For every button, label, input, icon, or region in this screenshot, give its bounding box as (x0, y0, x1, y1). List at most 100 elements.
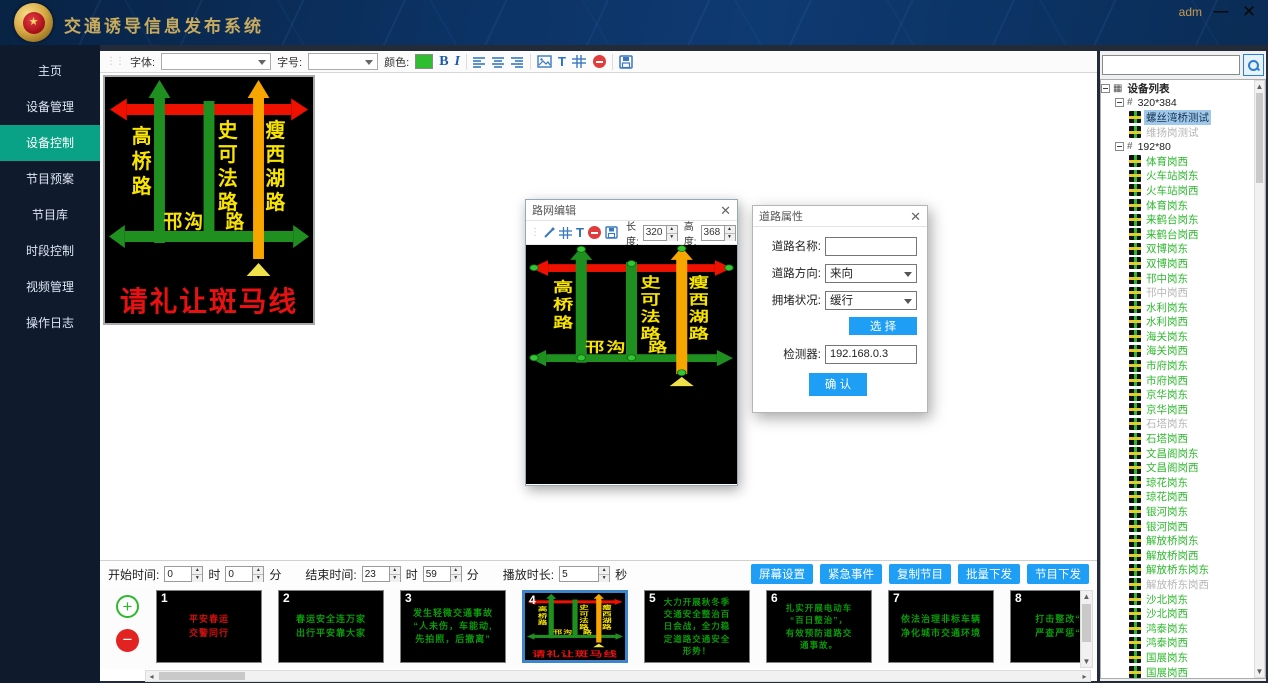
tree-device-item[interactable]: 体育岗东 (1101, 198, 1254, 213)
save-icon[interactable] (619, 53, 633, 71)
batch-send-button[interactable]: 批量下发 (958, 564, 1020, 584)
tree-root[interactable]: ▦设备列表 (1101, 81, 1254, 96)
tree-device-item[interactable]: 火车站岗西 (1101, 183, 1254, 198)
tree-device-item[interactable]: 水利岗西 (1101, 315, 1254, 330)
insert-road-icon[interactable] (572, 53, 587, 71)
italic-button[interactable]: I (455, 53, 460, 71)
save-icon[interactable] (605, 224, 618, 242)
font-select[interactable] (161, 53, 271, 70)
detector-input[interactable]: 192.168.0.3 (825, 345, 917, 364)
sidebar-item-schedule-control[interactable]: 时段控制 (0, 233, 100, 269)
tree-device-item[interactable]: 海关岗东 (1101, 329, 1254, 344)
expander-icon[interactable] (1115, 142, 1124, 151)
spin-down-icon[interactable]: ▼ (667, 234, 677, 241)
playlist-item-2[interactable]: 2春运安全连万家出行平安靠大家 (278, 590, 384, 663)
color-swatch[interactable] (415, 54, 433, 69)
tree-device-item[interactable]: 文昌阁岗东 (1101, 446, 1254, 461)
sidebar-item-video-management[interactable]: 视频管理 (0, 269, 100, 305)
add-frame-button[interactable]: + (116, 595, 139, 618)
sidebar-item-device-control[interactable]: 设备控制 (0, 125, 100, 161)
tree-device-item[interactable]: 市府岗西 (1101, 373, 1254, 388)
sidebar-item-program-library[interactable]: 节目库 (0, 197, 100, 233)
program-send-button[interactable]: 节目下发 (1027, 564, 1089, 584)
bold-button[interactable]: B (439, 53, 448, 71)
playlist-item-3[interactable]: 3发生轻微交通事故“人未伤，车能动,先拍照，后撤离” (400, 590, 506, 663)
tree-device-item[interactable]: 沙北岗东 (1101, 592, 1254, 607)
tree-device-item[interactable]: 双博岗东 (1101, 242, 1254, 257)
playlist-item-4[interactable]: 4高桥路史可法路瘦西湖路邗沟路请礼让斑马线 (522, 590, 628, 663)
tree-device-item[interactable]: 文昌阁岗西 (1101, 460, 1254, 475)
duration-spinner[interactable]: 5▲▼ (559, 566, 610, 582)
end-hour-spinner[interactable]: 23▲▼ (362, 566, 401, 582)
minimize-button[interactable]: — (1210, 2, 1232, 22)
tree-device-item[interactable]: 京华岗西 (1101, 402, 1254, 417)
end-minute-spinner[interactable]: 59▲▼ (423, 566, 462, 582)
spin-up-icon[interactable]: ▲ (725, 226, 735, 234)
expander-icon[interactable] (1101, 84, 1110, 93)
tree-device-item[interactable]: 邗中岗东 (1101, 271, 1254, 286)
delete-icon[interactable] (593, 53, 606, 71)
tree-device-item[interactable]: 解放桥岗西 (1101, 548, 1254, 563)
sidebar-item-home[interactable]: 主页 (0, 53, 100, 89)
tree-device-item[interactable]: 维扬岗测试 (1101, 125, 1254, 140)
road-direction-select[interactable]: 来向 (825, 264, 917, 283)
tree-device-item[interactable]: 螺丝湾桥测试 (1101, 110, 1254, 125)
tree-device-item[interactable]: 海关岗西 (1101, 344, 1254, 359)
add-text-icon[interactable]: T (576, 224, 584, 242)
scrollbar-thumb[interactable] (1256, 93, 1263, 183)
scroll-down-icon[interactable]: ▼ (1255, 666, 1264, 677)
sidebar-item-device-management[interactable]: 设备管理 (0, 89, 100, 125)
spin-up-icon[interactable]: ▲ (667, 226, 677, 234)
tree-device-item[interactable]: 琼花岗东 (1101, 475, 1254, 490)
device-search-button[interactable] (1243, 54, 1264, 76)
tree-group-0[interactable]: #320*384 (1101, 96, 1254, 111)
tree-device-item[interactable]: 来鹤台岗东 (1101, 212, 1254, 227)
copy-program-button[interactable]: 复制节目 (889, 564, 951, 584)
scroll-up-icon[interactable]: ▲ (1081, 591, 1092, 602)
scroll-right-icon[interactable]: ▸ (1079, 671, 1090, 681)
tree-device-item[interactable]: 解放桥岗东 (1101, 533, 1254, 548)
select-detector-button[interactable]: 选 择 (849, 317, 917, 335)
tree-device-item[interactable]: 双博岗西 (1101, 256, 1254, 271)
tree-device-item[interactable]: 鸿泰岗东 (1101, 621, 1254, 636)
tree-vertical-scrollbar[interactable]: ▲ ▼ (1254, 80, 1265, 678)
confirm-button[interactable]: 确 认 (809, 373, 867, 396)
roadnet-close-icon[interactable]: ✕ (720, 204, 731, 217)
playlist-item-1[interactable]: 1平安春运交警同行 (156, 590, 262, 663)
tree-device-item[interactable]: 沙北岗西 (1101, 606, 1254, 621)
tree-device-item[interactable]: 来鹤台岗西 (1101, 227, 1254, 242)
roadnet-edit-canvas[interactable]: 高桥路史可法路瘦西湖路邗沟路 (526, 245, 737, 484)
playlist-item-8[interactable]: 8打击整改“灯严查严惩“机 (1010, 590, 1080, 663)
congestion-select[interactable]: 缓行 (825, 291, 917, 310)
scrollbar-thumb[interactable] (1082, 604, 1091, 642)
tree-device-item[interactable]: 火车站岗东 (1101, 169, 1254, 184)
tree-device-item[interactable]: 鸿泰岗西 (1101, 636, 1254, 651)
expander-icon[interactable] (1115, 98, 1124, 107)
delete-icon[interactable] (588, 224, 601, 242)
align-right-icon[interactable] (511, 53, 524, 71)
tree-device-item[interactable]: 国展岗西 (1101, 665, 1254, 678)
height-spinner[interactable]: 368 ▲▼ (701, 225, 736, 241)
strip-horizontal-scrollbar[interactable]: ◂ ▸ (145, 670, 1091, 682)
playlist-item-5[interactable]: 5大力开展秋冬季交通安全整治百日会战，全力稳定道路交通安全形势！ (644, 590, 750, 663)
sidebar-item-program-plan[interactable]: 节目预案 (0, 161, 100, 197)
draw-road-icon[interactable] (559, 224, 572, 242)
tree-device-item[interactable]: 水利岗东 (1101, 300, 1254, 315)
close-button[interactable]: ✕ (1238, 2, 1260, 22)
road-name-input[interactable] (825, 237, 917, 256)
tree-group-1[interactable]: #192*80 (1101, 139, 1254, 154)
playlist-item-6[interactable]: 6扎实开展电动车“百日整治”，有效预防道路交通事故。 (766, 590, 872, 663)
start-minute-spinner[interactable]: 0▲▼ (225, 566, 264, 582)
tree-device-item[interactable]: 琼花岗西 (1101, 490, 1254, 505)
tree-device-item[interactable]: 国展岗东 (1101, 650, 1254, 665)
font-size-select[interactable] (308, 53, 378, 70)
playlist-item-7[interactable]: 7依法治理非标车辆净化城市交通环境 (888, 590, 994, 663)
sidebar-item-operation-log[interactable]: 操作日志 (0, 305, 100, 341)
device-search-input[interactable] (1102, 55, 1240, 75)
scroll-down-icon[interactable]: ▼ (1081, 656, 1092, 667)
tree-device-item[interactable]: 石塔岗东 (1101, 417, 1254, 432)
scroll-left-icon[interactable]: ◂ (146, 671, 157, 681)
strip-vertical-scrollbar[interactable]: ▲ ▼ (1080, 590, 1093, 668)
tree-device-item[interactable]: 解放桥东岗东 (1101, 563, 1254, 578)
remove-frame-button[interactable]: − (116, 629, 139, 652)
